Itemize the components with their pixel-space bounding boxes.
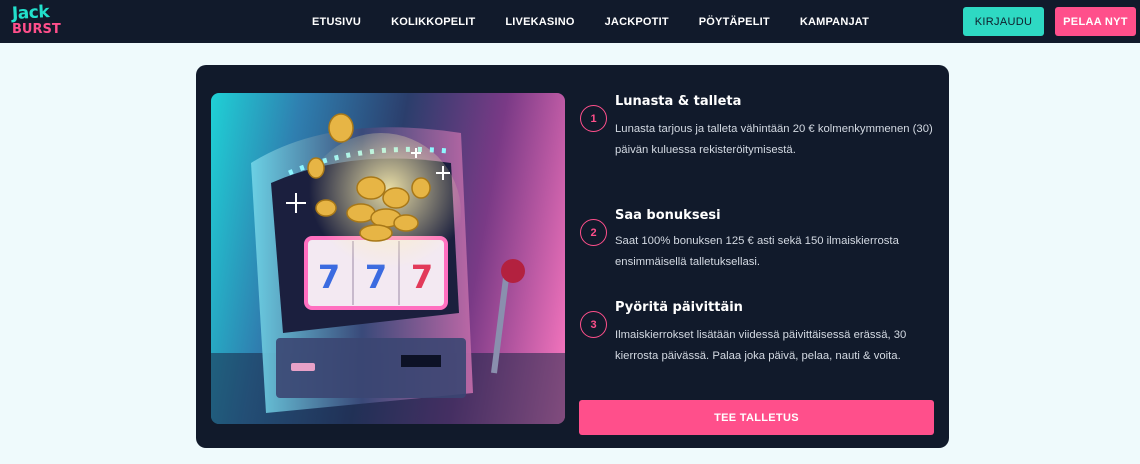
slot-machine-illustration: 7 7 7	[211, 113, 565, 424]
logo-line-1: Jack	[11, 2, 50, 24]
nav-item-jackpotit[interactable]: JACKPOTIT	[605, 16, 669, 28]
nav-item-etusivu[interactable]: ETUSIVU	[312, 16, 361, 28]
step-number-badge: 1	[580, 105, 607, 132]
step-number-badge: 2	[580, 219, 607, 246]
step-description: Saat 100% bonuksen 125 € asti sekä 150 i…	[615, 235, 899, 268]
main-nav: ETUSIVU KOLIKKOPELIT LIVEKASINO JACKPOTI…	[312, 0, 899, 43]
jackburst-logo[interactable]: Jack BURST	[11, 2, 84, 38]
top-navigation-bar: Jack BURST ETUSIVU KOLIKKOPELIT LIVEKASI…	[0, 0, 1140, 43]
step-title: Saa bonuksesi	[615, 208, 721, 223]
slot-machine-image: 7 7 7	[211, 93, 565, 424]
logo-line-2: BURST	[12, 22, 61, 37]
nav-item-livekasino[interactable]: LIVEKASINO	[505, 16, 574, 28]
step-title: Lunasta & talleta	[615, 94, 742, 109]
welcome-offer-card: 7 7 7	[196, 65, 949, 448]
step-number-badge: 3	[580, 311, 607, 338]
nav-item-poytapelit[interactable]: PÖYTÄPELIT	[699, 16, 770, 28]
step-description: Lunasta tarjous ja talleta vähintään 20 …	[615, 123, 933, 156]
step-description: Ilmaiskierrokset lisätään viidessä päivi…	[615, 329, 907, 362]
play-now-button[interactable]: PELAA NYT	[1055, 7, 1136, 36]
login-button[interactable]: KIRJAUDU	[963, 7, 1044, 36]
make-deposit-button[interactable]: TEE TALLETUS	[579, 400, 934, 435]
nav-item-kampanjat[interactable]: KAMPANJAT	[800, 16, 869, 28]
nav-item-kolikkopelit[interactable]: KOLIKKOPELIT	[391, 16, 475, 28]
step-title: Pyöritä päivittäin	[615, 300, 743, 315]
